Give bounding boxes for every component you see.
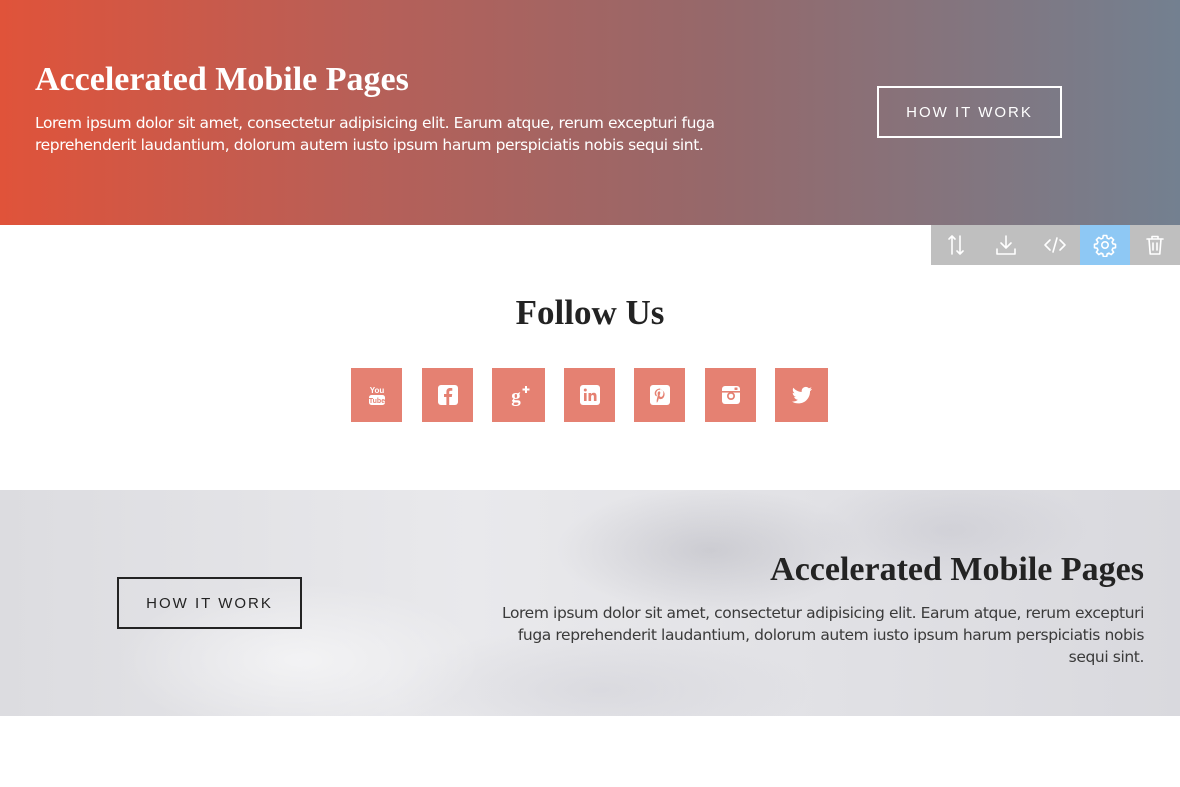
facebook-link[interactable] [422, 368, 473, 422]
twitter-icon [791, 386, 812, 404]
gear-icon [1093, 234, 1117, 257]
follow-us-title: Follow Us [515, 293, 665, 332]
block-settings-button[interactable] [1080, 225, 1131, 265]
sort-arrows-icon [948, 235, 964, 255]
linkedin-icon [579, 385, 600, 405]
download-icon [995, 235, 1016, 255]
svg-text:You: You [369, 386, 384, 395]
pinterest-link[interactable] [634, 368, 685, 422]
cloud-section-text: Lorem ipsum dolor sit amet, consectetur … [502, 604, 1144, 666]
code-icon [1044, 237, 1067, 253]
move-block-button[interactable] [931, 225, 981, 265]
youtube-icon: You Tube [368, 386, 385, 405]
pinterest-icon [649, 385, 670, 405]
download-block-button[interactable] [981, 225, 1031, 265]
block-toolbar [931, 225, 1180, 265]
edit-code-button[interactable] [1031, 225, 1081, 265]
how-it-work-button[interactable]: HOW IT WORK [877, 86, 1062, 138]
cloud-section-title: Accelerated Mobile Pages [770, 551, 1144, 588]
svg-text:Tube: Tube [368, 398, 384, 405]
youtube-link[interactable]: You Tube [351, 368, 402, 422]
instagram-icon [721, 386, 740, 404]
instagram-link[interactable] [705, 368, 756, 422]
facebook-icon [437, 385, 458, 405]
hero-text: Lorem ipsum dolor sit amet, consectetur … [35, 114, 715, 154]
how-it-work-button-secondary[interactable]: HOW IT WORK [117, 577, 302, 629]
svg-text:g: g [511, 386, 521, 407]
cloud-section: HOW IT WORK Accelerated Mobile Pages Lor… [0, 490, 1180, 716]
hero-section: Accelerated Mobile Pages Lorem ipsum dol… [0, 0, 1180, 225]
linkedin-link[interactable] [564, 368, 615, 422]
delete-block-button[interactable] [1130, 225, 1180, 265]
trash-icon [1146, 235, 1164, 255]
hero-title: Accelerated Mobile Pages [35, 61, 409, 98]
twitter-link[interactable] [775, 368, 828, 422]
google-plus-link[interactable]: g [492, 368, 545, 422]
google-plus-icon: g [511, 386, 529, 407]
